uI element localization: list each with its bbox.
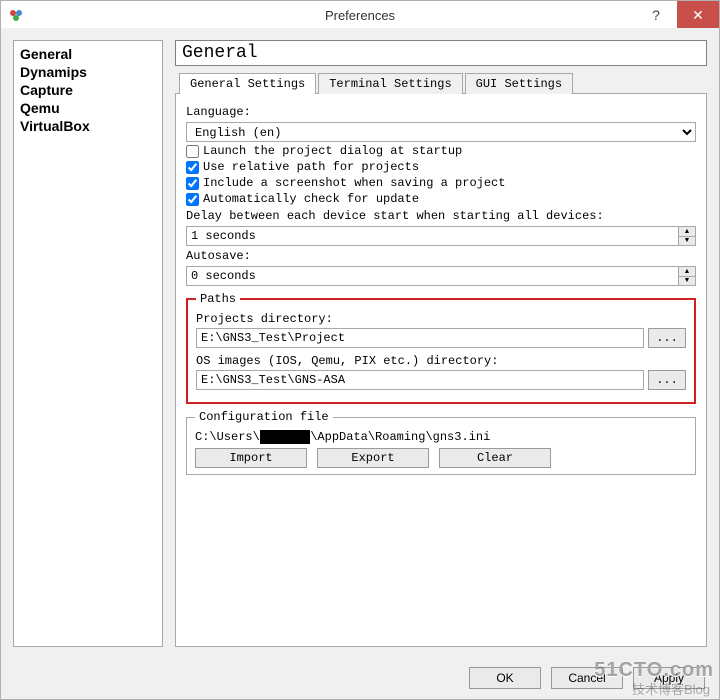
relative-path-check[interactable]: Use relative path for projects bbox=[186, 160, 696, 174]
help-button[interactable]: ? bbox=[635, 1, 677, 29]
launch-dialog-check[interactable]: Launch the project dialog at startup bbox=[186, 144, 696, 158]
sidebar-item-qemu[interactable]: Qemu bbox=[20, 99, 156, 117]
sidebar-item-virtualbox[interactable]: VirtualBox bbox=[20, 117, 156, 135]
projects-dir-browse[interactable]: ... bbox=[648, 328, 686, 348]
config-file-legend: Configuration file bbox=[195, 410, 333, 424]
os-images-dir-browse[interactable]: ... bbox=[648, 370, 686, 390]
tab-bar: General Settings Terminal Settings GUI S… bbox=[179, 72, 707, 93]
delay-down[interactable]: ▼ bbox=[679, 237, 695, 246]
import-button[interactable]: Import bbox=[195, 448, 307, 468]
export-button[interactable]: Export bbox=[317, 448, 429, 468]
autosave-input[interactable] bbox=[186, 266, 679, 286]
clear-button[interactable]: Clear bbox=[439, 448, 551, 468]
language-label: Language: bbox=[186, 105, 696, 119]
watermark-sub: 技术博客Blog bbox=[632, 679, 710, 698]
dialog-body: General Dynamips Capture Qemu VirtualBox… bbox=[0, 28, 720, 700]
screenshot-check[interactable]: Include a screenshot when saving a proje… bbox=[186, 176, 696, 190]
autosave-label: Autosave: bbox=[186, 249, 696, 263]
launch-dialog-label: Launch the project dialog at startup bbox=[203, 144, 462, 158]
screenshot-checkbox[interactable] bbox=[186, 177, 199, 190]
screenshot-label: Include a screenshot when saving a proje… bbox=[203, 176, 505, 190]
update-checkbox[interactable] bbox=[186, 193, 199, 206]
paths-legend: Paths bbox=[196, 292, 240, 306]
page-heading: General bbox=[175, 40, 707, 66]
content-pane: General General Settings Terminal Settin… bbox=[175, 40, 707, 647]
tab-pane: Language: English (en) Launch the projec… bbox=[175, 93, 707, 647]
projects-dir-input[interactable] bbox=[196, 328, 644, 348]
os-images-dir-input[interactable] bbox=[196, 370, 644, 390]
category-sidebar: General Dynamips Capture Qemu VirtualBox bbox=[13, 40, 163, 647]
delay-spinner[interactable]: ▲▼ bbox=[186, 226, 696, 246]
os-images-dir-label: OS images (IOS, Qemu, PIX etc.) director… bbox=[196, 354, 686, 368]
window-title: Preferences bbox=[1, 8, 719, 23]
relative-path-label: Use relative path for projects bbox=[203, 160, 419, 174]
delay-up[interactable]: ▲ bbox=[679, 227, 695, 237]
tab-terminal-settings[interactable]: Terminal Settings bbox=[318, 73, 462, 94]
relative-path-checkbox[interactable] bbox=[186, 161, 199, 174]
language-select[interactable]: English (en) bbox=[186, 122, 696, 142]
titlebar: Preferences ? ✕ bbox=[0, 0, 720, 30]
delay-label: Delay between each device start when sta… bbox=[186, 209, 696, 223]
close-button[interactable]: ✕ bbox=[677, 1, 719, 29]
autosave-spinner[interactable]: ▲▼ bbox=[186, 266, 696, 286]
config-file-group: Configuration file C:\Users\xxxxxxx\AppD… bbox=[186, 410, 696, 475]
sidebar-item-dynamips[interactable]: Dynamips bbox=[20, 63, 156, 81]
ok-button[interactable]: OK bbox=[469, 667, 541, 689]
update-label: Automatically check for update bbox=[203, 192, 419, 206]
delay-input[interactable] bbox=[186, 226, 679, 246]
tab-general-settings[interactable]: General Settings bbox=[179, 73, 316, 94]
autosave-down[interactable]: ▼ bbox=[679, 277, 695, 286]
autosave-up[interactable]: ▲ bbox=[679, 267, 695, 277]
sidebar-item-general[interactable]: General bbox=[20, 45, 156, 63]
config-file-path: C:\Users\xxxxxxx\AppData\Roaming\gns3.in… bbox=[195, 430, 687, 444]
tab-gui-settings[interactable]: GUI Settings bbox=[465, 73, 573, 94]
paths-group: Paths Projects directory: ... OS images … bbox=[186, 292, 696, 404]
projects-dir-label: Projects directory: bbox=[196, 312, 686, 326]
sidebar-item-capture[interactable]: Capture bbox=[20, 81, 156, 99]
update-check[interactable]: Automatically check for update bbox=[186, 192, 696, 206]
launch-dialog-checkbox[interactable] bbox=[186, 145, 199, 158]
